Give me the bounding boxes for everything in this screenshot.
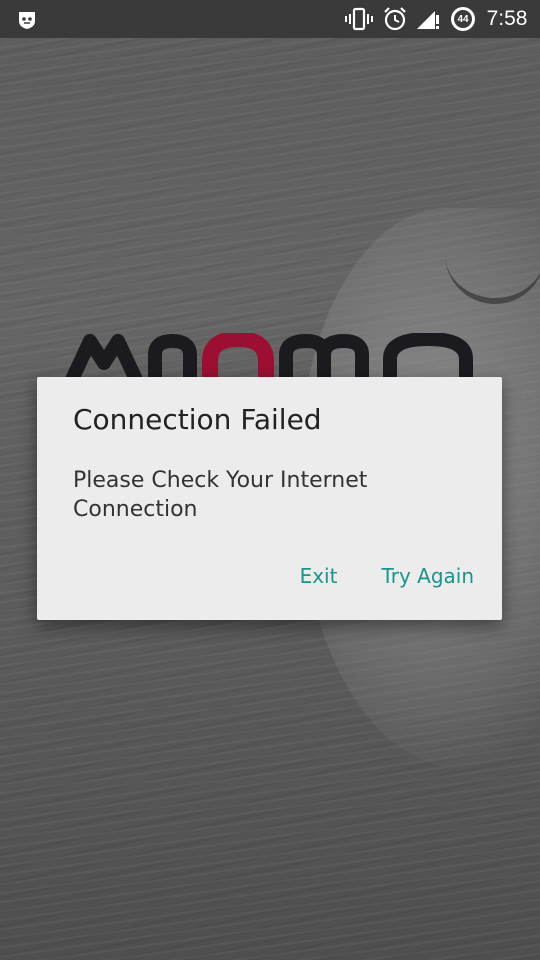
dialog-title: Connection Failed — [73, 403, 322, 436]
try-again-button[interactable]: Try Again — [373, 558, 482, 594]
screen: 44 7:58 Connection Failed Please Check Y… — [0, 0, 540, 960]
vibrate-icon — [344, 0, 374, 38]
battery-icon: 44 — [449, 0, 477, 38]
app-notification-icon — [14, 0, 40, 38]
status-time: 7:58 — [486, 7, 528, 30]
battery-level: 44 — [457, 13, 469, 25]
exit-button[interactable]: Exit — [292, 558, 346, 594]
connection-failed-dialog: Connection Failed Please Check Your Inte… — [37, 377, 502, 620]
status-bar: 44 7:58 — [0, 0, 540, 38]
signal-no-data-icon — [414, 0, 442, 38]
dialog-actions: Exit Try Again — [292, 558, 482, 594]
alarm-icon — [380, 0, 410, 38]
dialog-message: Please Check Your Internet Connection — [73, 468, 368, 522]
